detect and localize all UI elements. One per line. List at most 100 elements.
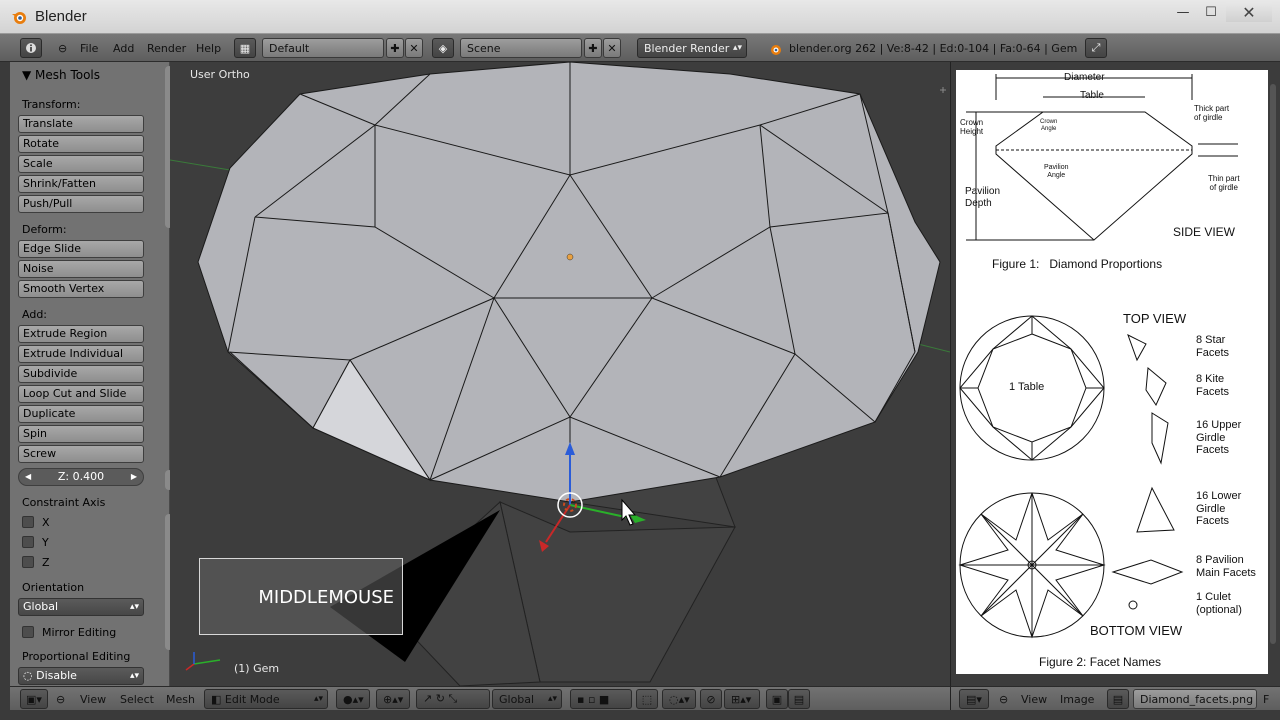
collapse-menus-icon[interactable]: ⊖ [58, 38, 67, 58]
image-editor-scrollbar[interactable] [1270, 84, 1276, 644]
transform-orientation-select[interactable]: Global ▴▾ [492, 689, 562, 709]
screen-layout-icon[interactable]: ▦ [234, 38, 256, 58]
key-press-overlay: MIDDLEMOUSE [199, 558, 403, 635]
info-header: ⊖ File Add Render Help ▦ Default ✚ ✕ ◈ S… [0, 34, 1280, 62]
extrude-individual-button[interactable]: Extrude Individual [18, 345, 144, 363]
crown-angle-label: Crown Angle [1040, 119, 1058, 132]
diamond-diagram-drawing [958, 74, 1238, 639]
z-value-field[interactable]: ◀ Z: 0.400 ▶ [18, 468, 144, 486]
proportional-icon: ◌▴▾ [669, 692, 690, 706]
smooth-vertex-button[interactable]: Smooth Vertex [18, 280, 144, 298]
render-preview-icon[interactable]: ▣ [766, 689, 788, 709]
image-name-field[interactable]: Diamond_facets.png [1133, 689, 1257, 709]
editor-type-image-button[interactable]: ▤▾ [959, 689, 989, 709]
chevron-updown-icon: ▴▾ [313, 694, 323, 704]
extrude-region-button[interactable]: Extrude Region [18, 325, 144, 343]
mirror-editing-label: Mirror Editing [42, 625, 117, 639]
menu-render[interactable]: Render [147, 38, 186, 58]
scale-button[interactable]: Scale [18, 155, 144, 173]
proportional-editing-label: Proportional Editing [22, 650, 131, 663]
menu-mesh[interactable]: Mesh [166, 689, 195, 709]
mode-value: Edit Mode [224, 692, 280, 706]
pavilion-main-label: 8 Pavilion Main Facets [1196, 554, 1256, 579]
proportional-editing-select[interactable]: ◌ Disable ▴▾ [18, 667, 144, 685]
mirror-editing-checkbox[interactable]: Mirror Editing [22, 625, 116, 639]
mode-select[interactable]: ◧ Edit Mode ▴▾ [204, 689, 328, 709]
mesh-tools-title: Mesh Tools [35, 68, 101, 82]
proportional-select[interactable]: ◌▴▾ [662, 689, 696, 709]
image-editor[interactable]: Diameter Table Crown Height Crown Angle … [950, 62, 1280, 686]
rotate-button[interactable]: Rotate [18, 135, 144, 153]
select-mode-buttons[interactable]: ▪ ▫ ■ [570, 689, 632, 709]
limit-selection-icon[interactable]: ⬚ [636, 689, 658, 709]
scene-icon[interactable]: ◈ [432, 38, 454, 58]
menu-image[interactable]: Image [1060, 689, 1094, 709]
add-screen-icon[interactable]: ✚ [386, 38, 404, 58]
constraint-x-checkbox[interactable]: X [22, 515, 50, 529]
remove-screen-icon[interactable]: ✕ [405, 38, 423, 58]
menu-view-image[interactable]: View [1021, 689, 1047, 709]
orientation-select[interactable]: Global ▴▾ [18, 598, 144, 616]
kite-facets-label: 8 Kite Facets [1196, 373, 1230, 398]
checkbox-icon [22, 556, 34, 568]
maximize-button[interactable]: ☐ [1198, 2, 1224, 22]
browse-image-icon[interactable]: ▤ [1107, 689, 1129, 709]
chevron-updown-icon: ▴▾ [732, 43, 742, 53]
menu-view[interactable]: View [80, 689, 106, 709]
duplicate-button[interactable]: Duplicate [18, 405, 144, 423]
top-view-label: TOP VIEW [1123, 311, 1187, 326]
menu-file[interactable]: File [80, 38, 98, 58]
fake-user-toggle[interactable]: F [1263, 689, 1269, 709]
menu-add[interactable]: Add [113, 38, 134, 58]
blender-logo-icon [12, 12, 26, 24]
side-view-label: SIDE VIEW [1173, 225, 1236, 239]
menu-select[interactable]: Select [120, 689, 154, 709]
diameter-label: Diameter [1064, 72, 1105, 83]
increment-arrow-icon: ▶ [130, 472, 137, 481]
crown-height-label: Crown Height [960, 118, 984, 137]
scene-field[interactable]: Scene [460, 38, 582, 58]
editor-type-3d-button[interactable]: ▣▾ [20, 689, 48, 709]
vertex-edge-face-icons: ▪ ▫ ■ [577, 692, 610, 706]
edge-slide-button[interactable]: Edge Slide [18, 240, 144, 258]
add-scene-icon[interactable]: ✚ [584, 38, 602, 58]
snap-element-select[interactable]: ⊞▴▾ [724, 689, 760, 709]
orientation-value: Global [23, 600, 59, 613]
collapse-menus-icon[interactable]: ⊖ [999, 689, 1008, 709]
loop-cut-slide-button[interactable]: Loop Cut and Slide [18, 385, 144, 403]
snap-toggle-icon[interactable]: ⊘ [700, 689, 722, 709]
render-engine-value: Blender Render [644, 41, 730, 55]
editor-type-info-button[interactable] [20, 38, 42, 58]
collapse-menus-icon[interactable]: ⊖ [56, 689, 65, 709]
z-value: Z: 0.400 [57, 470, 105, 483]
axis-y-label: Y [42, 535, 49, 549]
checkbox-icon [22, 516, 34, 528]
shrink-fatten-button[interactable]: Shrink/Fatten [18, 175, 144, 193]
diamond-facets-image: Diameter Table Crown Height Crown Angle … [956, 70, 1268, 674]
screw-button[interactable]: Screw [18, 445, 144, 463]
minimize-button[interactable]: — [1170, 2, 1196, 22]
viewport-shading-select[interactable]: ●▴▾ [336, 689, 370, 709]
orientation-value: Global [499, 692, 535, 706]
decrement-arrow-icon: ◀ [25, 472, 32, 481]
spin-button[interactable]: Spin [18, 425, 144, 443]
bottom-edge [0, 710, 1280, 720]
screen-layout-field[interactable]: Default [262, 38, 384, 58]
remove-scene-icon[interactable]: ✕ [603, 38, 621, 58]
close-button[interactable]: ✕ [1226, 2, 1272, 22]
menu-help[interactable]: Help [196, 38, 221, 58]
render-engine-select[interactable]: Blender Render ▴▾ [637, 38, 747, 58]
noise-button[interactable]: Noise [18, 260, 144, 278]
pivot-point-select[interactable]: ⊕▴▾ [376, 689, 410, 709]
fullscreen-toggle-icon[interactable]: ⤢ [1085, 38, 1107, 58]
subdivide-button[interactable]: Subdivide [18, 365, 144, 383]
window-controls: — ☐ ✕ [1170, 2, 1272, 22]
constraint-y-checkbox[interactable]: Y [22, 535, 49, 549]
3d-viewport[interactable]: User Ortho (1) Gem MIDDLEMOUSE [170, 62, 950, 686]
translate-button[interactable]: Translate [18, 115, 144, 133]
constraint-z-checkbox[interactable]: Z [22, 555, 50, 569]
mesh-tools-panel-header[interactable]: ▼ Mesh Tools [22, 68, 100, 82]
render-anim-icon[interactable]: ▤ [788, 689, 810, 709]
push-pull-button[interactable]: Push/Pull [18, 195, 144, 213]
manipulator-toggles[interactable]: ↗ ↻ ⤡ [416, 689, 490, 709]
